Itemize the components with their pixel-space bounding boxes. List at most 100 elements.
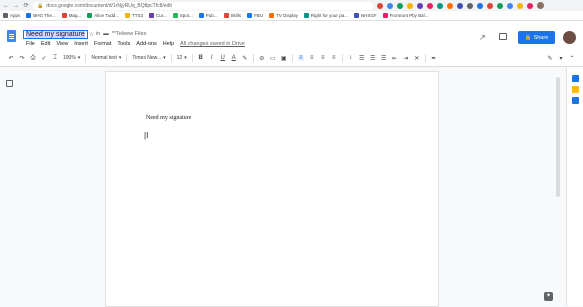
pen-icon[interactable]: ✒ xyxy=(431,55,437,62)
menu-format[interactable]: Format xyxy=(94,41,111,47)
font-select[interactable]: Times New... ▾ xyxy=(132,55,165,61)
menu-insert[interactable]: Insert xyxy=(74,41,88,47)
bookmark-item[interactable]: Mag... xyxy=(61,13,81,18)
folder-path[interactable]: in ▬ **Teleew Files xyxy=(96,31,146,37)
line-spacing-icon[interactable]: ↕ xyxy=(348,55,354,61)
increase-indent-icon[interactable]: ⇥ xyxy=(403,55,409,62)
extension-icon[interactable] xyxy=(477,2,483,9)
user-avatar[interactable] xyxy=(563,31,576,44)
bookmark-item[interactable]: NHSGF xyxy=(353,13,377,18)
browser-profile-avatar[interactable] xyxy=(537,2,544,9)
document-page[interactable]: Need my signature |I xyxy=(105,71,439,307)
document-outline-icon[interactable] xyxy=(6,80,13,87)
align-justify-icon[interactable]: ≡ xyxy=(331,55,337,61)
forward-icon[interactable]: → xyxy=(13,3,19,9)
bookmark-item[interactable]: BHG The... xyxy=(26,13,56,18)
align-right-icon[interactable]: ≡ xyxy=(320,55,326,61)
bookmark-item[interactable]: Apps xyxy=(3,13,20,18)
extension-icon[interactable] xyxy=(507,2,513,9)
print-icon[interactable]: ⎙ xyxy=(30,55,36,62)
extension-icon[interactable] xyxy=(517,2,523,9)
tasks-icon[interactable] xyxy=(572,97,579,104)
bookmark-label: FBU xyxy=(254,13,264,18)
bookmark-item[interactable]: Right for your pa... xyxy=(303,13,348,18)
add-comment-icon[interactable]: ▭ xyxy=(270,55,276,62)
underline-button[interactable]: U xyxy=(220,55,226,61)
document-title-input[interactable]: Need my signature xyxy=(23,30,88,39)
menu-tools[interactable]: Tools xyxy=(117,41,130,47)
folder-name[interactable]: **Teleew Files xyxy=(112,31,147,37)
extension-icon[interactable] xyxy=(497,2,503,9)
comment-history-icon[interactable] xyxy=(499,33,507,40)
clear-formatting-icon[interactable]: ✕ xyxy=(414,55,420,62)
extension-icon[interactable] xyxy=(377,2,383,9)
extension-icon[interactable] xyxy=(467,2,473,9)
activity-trend-icon[interactable]: ↗ xyxy=(479,33,486,42)
numbered-list-icon[interactable]: ☰ xyxy=(370,55,376,62)
extension-icon[interactable] xyxy=(447,2,453,9)
bookmark-item[interactable]: Alice Tudd... xyxy=(87,13,119,18)
extension-icon[interactable] xyxy=(397,2,403,9)
bookmark-item[interactable]: Cur... xyxy=(149,13,167,18)
extension-icon[interactable] xyxy=(417,2,423,9)
extension-icon[interactable] xyxy=(457,2,463,9)
keep-icon[interactable] xyxy=(572,86,579,93)
highlight-icon[interactable]: ✎ xyxy=(242,55,248,62)
reload-icon[interactable]: ⟳ xyxy=(23,3,29,9)
align-center-icon[interactable]: ≡ xyxy=(309,55,315,61)
docs-logo-icon[interactable] xyxy=(7,30,16,42)
editing-mode-icon[interactable]: ✎ xyxy=(547,55,553,62)
bookmark-label: TTS3 xyxy=(131,13,143,18)
extension-icon[interactable] xyxy=(437,2,443,9)
chevron-down-icon: ▾ xyxy=(77,55,81,61)
menu-help[interactable]: Help xyxy=(163,41,174,47)
bulleted-list-icon[interactable]: ☰ xyxy=(381,55,387,62)
calendar-icon[interactable] xyxy=(572,75,579,82)
back-icon[interactable]: ← xyxy=(3,3,9,9)
explore-icon[interactable]: ✦ xyxy=(544,292,553,301)
align-left-icon[interactable]: ≡ xyxy=(297,55,304,61)
menu-view[interactable]: View xyxy=(56,41,68,47)
spellcheck-icon[interactable]: ✓ xyxy=(41,55,47,62)
chevron-up-icon[interactable]: ⌃ xyxy=(569,55,575,62)
font-size-select[interactable]: 12 ▾ xyxy=(177,55,187,61)
url-text: docs.google.com/document/d/1rNjyRUq_BQ8p… xyxy=(46,2,172,9)
document-body-text[interactable]: Need my signature xyxy=(146,115,191,121)
extension-icon[interactable] xyxy=(487,2,493,9)
bookmark-item[interactable]: FBU xyxy=(247,13,263,18)
bold-button[interactable]: B xyxy=(198,55,204,61)
menu-file[interactable]: File xyxy=(26,41,35,47)
toolbar-divider xyxy=(85,54,87,62)
extension-icon[interactable] xyxy=(407,2,413,9)
extension-icon[interactable] xyxy=(427,2,433,9)
vertical-scrollbar[interactable] xyxy=(556,77,560,197)
insert-image-icon[interactable]: ▣ xyxy=(281,55,287,62)
bookmark-item[interactable]: Pub... xyxy=(198,13,218,18)
bookmark-item[interactable]: TV Display xyxy=(269,13,298,18)
style-select[interactable]: Normal text ▾ xyxy=(91,55,121,61)
decrease-indent-icon[interactable]: ⇤ xyxy=(392,55,398,62)
save-status[interactable]: All changes saved in Drive xyxy=(180,41,245,47)
bookmark-item[interactable]: Fromrunt Pby Bal... xyxy=(382,13,428,18)
toolbar-divider xyxy=(252,54,254,62)
redo-icon[interactable]: ↷ xyxy=(19,55,25,62)
bookmark-item[interactable]: Skills xyxy=(223,13,241,18)
paint-format-icon[interactable]: ⌶ xyxy=(52,55,58,62)
italic-button[interactable]: I xyxy=(209,55,215,61)
extension-icon[interactable] xyxy=(387,2,393,9)
lock-icon: 🔒 xyxy=(37,2,44,9)
extension-icon[interactable] xyxy=(527,2,533,9)
chevron-down-icon[interactable]: ▾ xyxy=(558,55,564,62)
undo-icon[interactable]: ↶ xyxy=(8,55,14,62)
zoom-select[interactable]: 100% ▾ xyxy=(63,55,80,61)
bookmark-item[interactable]: Spot... xyxy=(172,13,193,18)
link-icon[interactable]: ⊘ xyxy=(259,55,265,62)
address-bar[interactable]: 🔒 docs.google.com/document/d/1rNjyRUq_BQ… xyxy=(33,1,373,10)
text-color-button[interactable]: A xyxy=(231,55,237,61)
bookmark-item[interactable]: TTS3 xyxy=(124,13,143,18)
share-button[interactable]: 🔒 Share xyxy=(518,31,555,44)
menu-edit[interactable]: Edit xyxy=(41,41,50,47)
star-icon[interactable]: ☆ xyxy=(89,31,94,38)
menu-add-ons[interactable]: Add-ons xyxy=(136,41,157,47)
checklist-icon[interactable]: ☰ xyxy=(359,55,365,62)
